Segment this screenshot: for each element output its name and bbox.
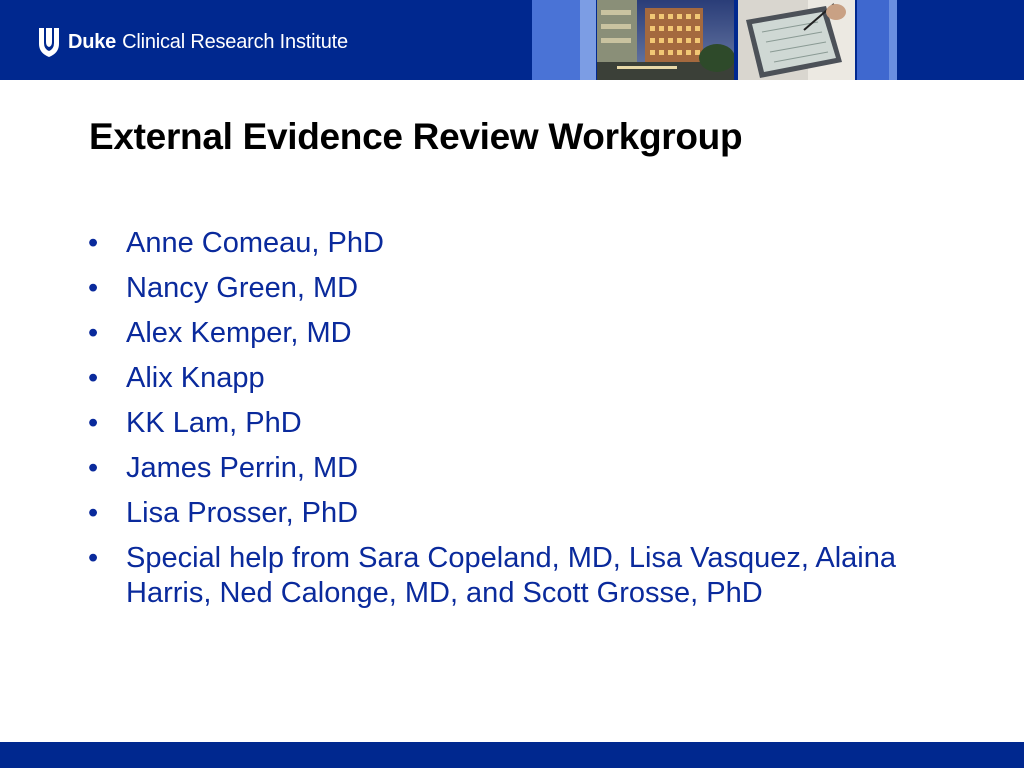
member-name: Alex Kemper, MD xyxy=(126,317,352,349)
list-item: • KK Lam, PhD xyxy=(88,406,968,441)
header-stripe xyxy=(580,0,596,80)
member-name: Anne Comeau, PhD xyxy=(126,227,384,259)
bullet-icon: • xyxy=(88,407,99,439)
special-help-text: Special help from Sara Copeland, MD, Lis… xyxy=(126,542,897,609)
footer-band xyxy=(0,742,1024,768)
duke-cri-logo: Duke Clinical Research Institute xyxy=(38,26,348,58)
logo-wordmark-cri: Clinical Research Institute xyxy=(122,30,348,53)
list-item: • Lisa Prosser, PhD xyxy=(88,496,968,531)
bullet-icon: • xyxy=(88,227,99,259)
building-photo xyxy=(597,0,734,80)
bullet-icon: • xyxy=(88,317,99,349)
member-name: Lisa Prosser, PhD xyxy=(126,497,359,529)
slide: Duke Clinical Research Institute Externa… xyxy=(0,0,1024,768)
header-stripe xyxy=(889,0,897,80)
list-item: • Nancy Green, MD xyxy=(88,271,968,306)
logo-wordmark-duke: Duke xyxy=(68,30,117,53)
header-stripe xyxy=(857,0,889,80)
member-list: • Anne Comeau, PhD • Nancy Green, MD • Alex… xyxy=(88,226,968,621)
tablet-writing-photo xyxy=(738,0,855,80)
bullet-icon: • xyxy=(88,452,99,484)
bullet-icon: • xyxy=(88,362,99,394)
bullet-icon: • xyxy=(88,542,99,574)
list-item: • Special help from Sara Copeland, MD, Li… xyxy=(88,541,968,611)
member-name: KK Lam, PhD xyxy=(126,407,302,439)
list-item: • James Perrin, MD xyxy=(88,451,968,486)
member-name: Alix Knapp xyxy=(126,362,265,394)
list-item: • Alix Knapp xyxy=(88,361,968,396)
bullet-icon: • xyxy=(88,272,99,304)
header-band: Duke Clinical Research Institute xyxy=(0,0,1024,80)
list-item: • Alex Kemper, MD xyxy=(88,316,968,351)
member-name: Nancy Green, MD xyxy=(126,272,359,304)
list-item: • Anne Comeau, PhD xyxy=(88,226,968,261)
duke-shield-icon xyxy=(39,28,59,57)
header-stripe xyxy=(532,0,580,80)
member-name: James Perrin, MD xyxy=(126,452,359,484)
bullet-icon: • xyxy=(88,497,99,529)
slide-title: External Evidence Review Workgroup xyxy=(89,116,743,157)
